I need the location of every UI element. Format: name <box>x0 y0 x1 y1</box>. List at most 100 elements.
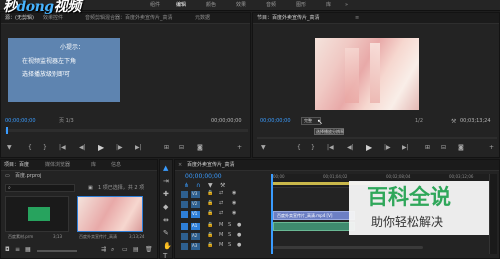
tab-program[interactable]: 节目：百度外卖宣传片_高清 <box>257 16 320 21</box>
export-frame-icon[interactable]: ◙ <box>458 145 464 151</box>
delete-icon[interactable]: 🗑 <box>145 247 153 253</box>
overwrite-icon[interactable]: ⊟ <box>179 145 184 151</box>
timeline-settings-icon[interactable]: ⚒ <box>220 183 225 189</box>
tab-libraries[interactable]: 库 <box>91 163 96 168</box>
workspace-graphics[interactable]: 图形 <box>296 3 306 8</box>
list-view-icon[interactable]: ≡ <box>15 247 20 253</box>
source-patch[interactable] <box>181 191 188 198</box>
lock-icon[interactable]: 🔒 <box>207 233 213 238</box>
mark-in-icon[interactable]: { <box>28 145 32 151</box>
program-timecode-current[interactable]: 00;00;00;00 <box>260 119 291 124</box>
workspace-libraries[interactable]: 库 <box>326 3 331 8</box>
voice-over-icon[interactable]: ● <box>237 243 241 248</box>
eye-icon[interactable]: ◉ <box>232 191 236 196</box>
sync-lock-icon[interactable]: ⇄ <box>219 191 223 196</box>
step-forward-icon[interactable]: |▶ <box>384 145 391 151</box>
lock-icon[interactable]: ◘ <box>5 247 10 253</box>
linked-selection-icon[interactable]: ∩ <box>196 183 200 189</box>
program-page-indicator[interactable]: 1/2 <box>415 119 423 124</box>
ripple-edit-tool-icon[interactable]: ✚ <box>163 191 169 198</box>
source-timecode-current[interactable]: 00;00;00;00 <box>5 119 36 124</box>
tab-audio-clip-mixer[interactable]: 音频剪辑混合器：百度外卖宣传片_高清 <box>85 16 173 21</box>
mark-out-icon[interactable]: } <box>43 145 47 151</box>
sync-lock-icon[interactable]: ⇄ <box>219 211 223 216</box>
button-editor-icon[interactable]: + <box>489 145 494 151</box>
lock-icon[interactable]: 🔒 <box>207 223 213 228</box>
source-patch[interactable] <box>181 211 188 218</box>
search-input[interactable]: ⌕ <box>5 184 75 192</box>
lock-icon[interactable]: 🔒 <box>207 243 213 248</box>
eye-icon[interactable]: ◉ <box>232 211 236 216</box>
tab-sequence[interactable]: 百度外卖宣传片_高清 <box>187 163 235 168</box>
extract-icon[interactable]: ⊟ <box>441 145 446 151</box>
tab-project[interactable]: 项目：百度 <box>4 163 29 168</box>
mark-out-icon[interactable]: } <box>311 145 315 151</box>
razor-tool-icon[interactable]: ◆ <box>163 204 168 211</box>
add-marker-icon[interactable]: ▼ <box>7 145 12 151</box>
play-icon[interactable]: ▶ <box>366 144 372 152</box>
timeline-horizontal-scrollbar[interactable] <box>273 246 423 249</box>
zoom-slider[interactable] <box>37 250 77 252</box>
new-item-icon[interactable]: ▤ <box>133 247 139 253</box>
step-back-icon[interactable]: ◀| <box>79 145 86 151</box>
workspace-assembly[interactable]: 组件 <box>150 3 160 8</box>
find-icon[interactable]: ⌕ <box>111 247 114 253</box>
selection-tool-icon[interactable]: ▲ <box>163 165 168 172</box>
tab-metadata[interactable]: 元数据 <box>195 16 210 21</box>
snap-icon[interactable]: ⋔ <box>184 183 189 189</box>
slip-tool-icon[interactable]: ⇹ <box>163 217 169 224</box>
mark-in-icon[interactable]: { <box>297 145 301 151</box>
go-to-out-icon[interactable]: ▶| <box>402 145 409 151</box>
source-patch[interactable] <box>181 243 188 250</box>
project-item-thumbnail[interactable] <box>77 196 143 232</box>
export-frame-icon[interactable]: ◙ <box>197 145 203 151</box>
new-bin-icon[interactable]: ▣ <box>88 186 93 191</box>
add-marker-icon[interactable]: ▼ <box>208 183 213 189</box>
source-playhead[interactable] <box>6 127 8 134</box>
step-forward-icon[interactable]: |▶ <box>116 145 123 151</box>
automate-icon[interactable]: ⇶ <box>101 247 106 253</box>
lock-icon[interactable]: 🔒 <box>207 211 213 216</box>
go-to-out-icon[interactable]: ▶| <box>135 145 142 151</box>
sync-lock-icon[interactable]: ⇄ <box>219 201 223 206</box>
project-item-thumbnail[interactable] <box>5 196 69 232</box>
pen-tool-icon[interactable]: ✎ <box>163 230 169 237</box>
source-page-indicator[interactable]: 页 1/3 <box>59 119 74 124</box>
go-to-in-icon[interactable]: |◀ <box>59 145 66 151</box>
source-scrubber[interactable] <box>5 129 248 132</box>
solo-icon[interactable]: S <box>228 233 231 238</box>
workspace-color[interactable]: 颜色 <box>206 3 216 8</box>
go-to-in-icon[interactable]: |◀ <box>327 145 334 151</box>
workspace-editing[interactable]: 编辑 <box>176 3 186 8</box>
tab-media-browser[interactable]: 媒体浏览器 <box>45 163 70 168</box>
icon-view-icon[interactable]: ▦ <box>25 247 31 253</box>
track-select-tool-icon[interactable]: ⇥ <box>163 178 169 185</box>
program-menu-icon[interactable]: ≡ <box>355 16 359 21</box>
add-marker-icon[interactable]: ▼ <box>261 145 266 151</box>
timeline-timecode[interactable]: 00;00;00;00 <box>185 174 222 180</box>
settings-wrench-icon[interactable]: ⚒ <box>451 119 456 125</box>
video-clip[interactable]: 百度外卖宣传片_高清.mp4 [V] <box>273 211 355 220</box>
button-editor-icon[interactable]: + <box>237 145 242 151</box>
voice-over-icon[interactable]: ● <box>237 233 241 238</box>
lock-icon[interactable]: 🔒 <box>207 191 213 196</box>
lift-icon[interactable]: ⊞ <box>425 145 430 151</box>
type-tool-icon[interactable]: T <box>163 253 167 259</box>
source-patch[interactable] <box>181 233 188 240</box>
play-icon[interactable]: ▶ <box>98 144 104 152</box>
solo-icon[interactable]: S <box>228 243 231 248</box>
source-patch[interactable] <box>181 201 188 208</box>
voice-over-icon[interactable]: ● <box>237 223 241 228</box>
solo-icon[interactable]: S <box>228 223 231 228</box>
audio-clip[interactable] <box>273 222 355 231</box>
program-scrubber[interactable] <box>257 137 497 139</box>
eye-icon[interactable]: ◉ <box>232 201 236 206</box>
workspace-more-icon[interactable]: » <box>345 3 348 8</box>
workspace-effects[interactable]: 效果 <box>236 3 246 8</box>
mute-icon[interactable]: M <box>219 223 223 228</box>
workspace-audio[interactable]: 音频 <box>266 3 276 8</box>
hand-tool-icon[interactable]: ✋ <box>163 243 172 250</box>
lock-icon[interactable]: 🔒 <box>207 201 213 206</box>
tab-info[interactable]: 信息 <box>111 163 121 168</box>
mute-icon[interactable]: M <box>219 233 223 238</box>
